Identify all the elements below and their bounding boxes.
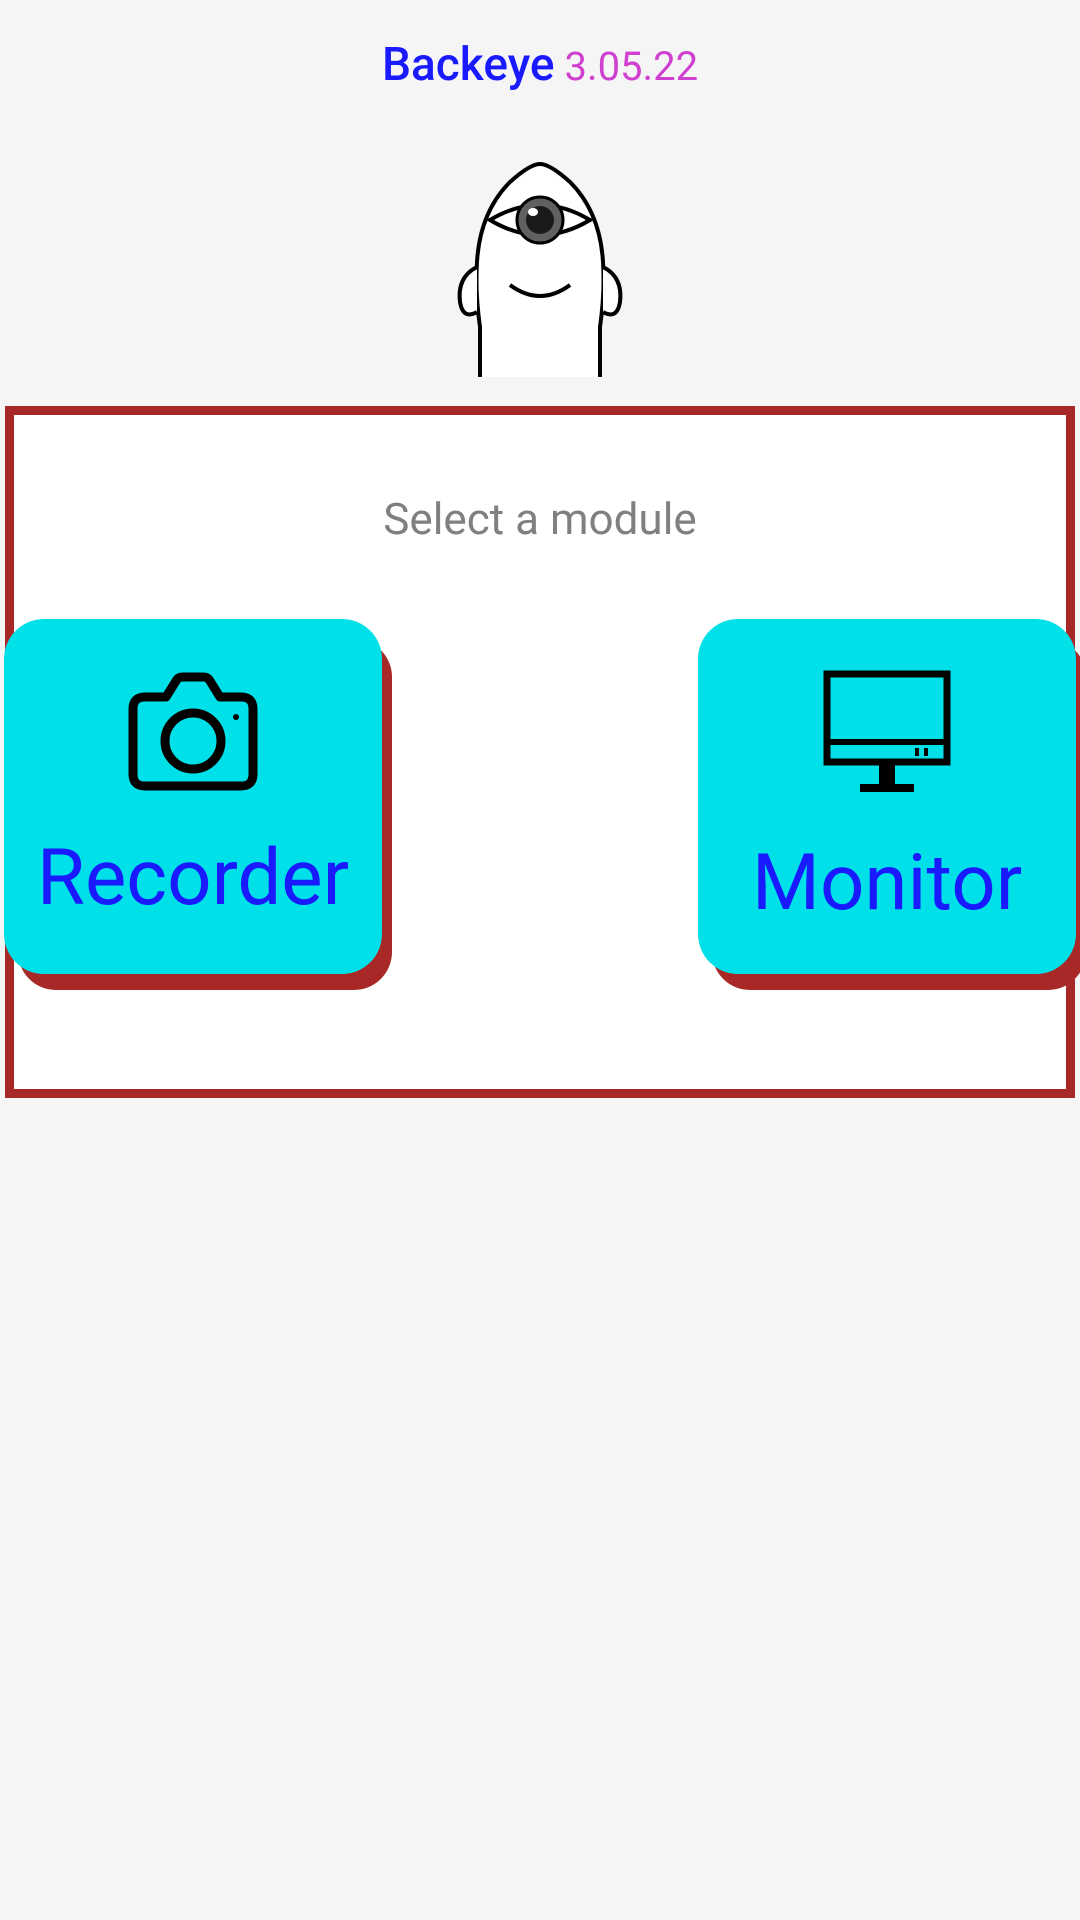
- monitor-button[interactable]: Monitor: [698, 619, 1076, 974]
- app-version: 3.05.22: [565, 43, 699, 90]
- recorder-label: Recorder: [37, 833, 349, 924]
- monitor-icon: [812, 664, 962, 808]
- monitor-label: Monitor: [752, 838, 1022, 929]
- module-buttons-row: Recorder Monitor: [4, 619, 1076, 974]
- app-header: Backeye 3.05.22: [0, 0, 1080, 92]
- panel-title: Select a module: [14, 493, 1066, 545]
- module-selection-panel: Select a module Recorder: [5, 406, 1075, 1098]
- logo-container: [0, 152, 1080, 396]
- recorder-button[interactable]: Recorder: [4, 619, 382, 974]
- camera-icon: [118, 669, 268, 803]
- app-logo-icon: [415, 152, 665, 396]
- app-name: Backeye: [382, 38, 555, 92]
